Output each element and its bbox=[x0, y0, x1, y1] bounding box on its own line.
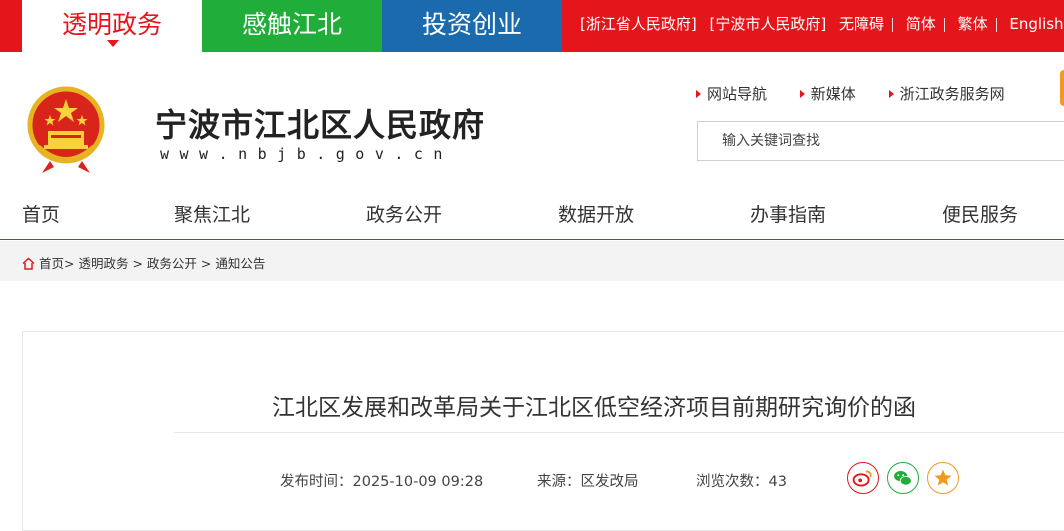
national-emblem-icon bbox=[27, 86, 105, 173]
article-card bbox=[22, 331, 1064, 531]
article-title: 江北区发展和改革局关于江北区低空经济项目前期研究询价的函 bbox=[272, 395, 916, 421]
views-label: 浏览次数： bbox=[696, 474, 769, 490]
link-ningbo-gov[interactable]: [宁波市人民政府] bbox=[710, 15, 827, 33]
breadcrumb-notices[interactable]: 通知公告 bbox=[215, 256, 265, 271]
top-links: [浙江省人民政府] [宁波市人民政府] 无障碍 简体 繁体 English bbox=[580, 0, 1064, 48]
publish-value: 2025-10-09 09:28 bbox=[352, 474, 484, 490]
breadcrumb-bar: 首页> 透明政务 > 政务公开 > 通知公告 bbox=[0, 241, 1064, 281]
nav-item-guide[interactable]: 办事指南 bbox=[750, 200, 826, 227]
nav-item-focus[interactable]: 聚焦江北 bbox=[174, 200, 250, 227]
tab-invest-business[interactable]: 投资创业 bbox=[382, 0, 562, 52]
tab-feel-jiangbei[interactable]: 感触江北 bbox=[202, 0, 382, 52]
title-divider bbox=[174, 432, 1064, 433]
link-traditional[interactable]: 繁体 bbox=[958, 15, 988, 33]
divider bbox=[943, 17, 945, 32]
site-url: www.nbjb.gov.cn bbox=[160, 145, 453, 163]
publish-label: 发布时间： bbox=[280, 474, 353, 490]
tab-label: 感触江北 bbox=[241, 10, 342, 39]
site-name: 宁波市江北区人民政府 bbox=[155, 106, 486, 144]
source-value: 区发改局 bbox=[580, 474, 639, 490]
search-input[interactable] bbox=[698, 122, 1064, 160]
breadcrumb-transparent[interactable]: 透明政务 > bbox=[78, 256, 142, 271]
breadcrumb-home[interactable]: 首页> bbox=[39, 256, 74, 271]
breadcrumb-affairs[interactable]: 政务公开 > bbox=[147, 256, 211, 271]
divider bbox=[892, 17, 894, 32]
top-bar: 透明政务 感触江北 投资创业 [浙江省人民政府] [宁波市人民政府] 无障碍 简… bbox=[0, 0, 1064, 52]
nav-item-services[interactable]: 便民服务 bbox=[942, 200, 1018, 227]
tab-transparent-government[interactable]: 透明政务 bbox=[22, 0, 202, 52]
source: 来源：区发改局 bbox=[537, 470, 639, 491]
main-nav: 首页 聚焦江北 政务公开 数据开放 办事指南 便民服务 bbox=[0, 192, 1064, 240]
link-english[interactable]: English bbox=[1009, 15, 1063, 33]
divider bbox=[995, 17, 997, 32]
breadcrumb: 首页> 透明政务 > 政务公开 > 通知公告 bbox=[22, 253, 265, 272]
side-tab[interactable] bbox=[1060, 70, 1064, 106]
view-count: 浏览次数：43 bbox=[696, 470, 787, 491]
search-box bbox=[697, 121, 1064, 161]
link-zhejiang-service[interactable]: 浙江政务服务网 bbox=[889, 85, 1005, 103]
wechat-icon[interactable] bbox=[887, 462, 919, 494]
link-simplified[interactable]: 简体 bbox=[906, 15, 936, 33]
active-tab-arrow-icon bbox=[107, 40, 119, 47]
views-value: 43 bbox=[768, 474, 787, 490]
home-icon bbox=[22, 257, 35, 270]
source-label: 来源： bbox=[537, 474, 581, 490]
tab-label: 投资创业 bbox=[421, 10, 522, 39]
quick-links: 网站导航 新媒体 浙江政务服务网 bbox=[696, 83, 1033, 104]
link-zhejiang-gov[interactable]: [浙江省人民政府] bbox=[580, 15, 697, 33]
nav-item-home[interactable]: 首页 bbox=[22, 200, 60, 227]
nav-item-affairs[interactable]: 政务公开 bbox=[366, 200, 442, 227]
weibo-icon[interactable] bbox=[847, 462, 879, 494]
publish-time: 发布时间：2025-10-09 09:28 bbox=[280, 470, 483, 491]
favorite-star-icon[interactable] bbox=[927, 462, 959, 494]
link-new-media[interactable]: 新媒体 bbox=[800, 85, 856, 103]
nav-item-data[interactable]: 数据开放 bbox=[558, 200, 634, 227]
link-accessibility[interactable]: 无障碍 bbox=[839, 15, 884, 33]
link-site-navigation[interactable]: 网站导航 bbox=[696, 85, 767, 103]
tab-label: 透明政务 bbox=[61, 10, 162, 39]
